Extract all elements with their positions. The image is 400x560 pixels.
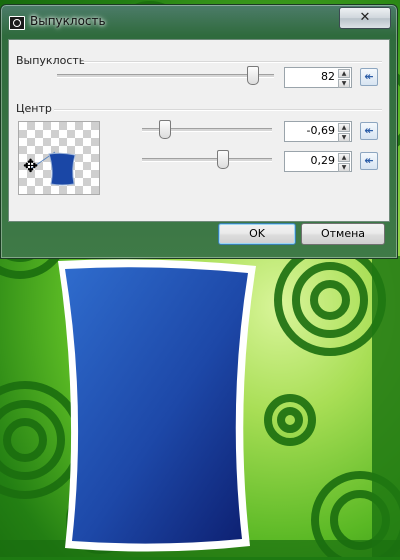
title-bar[interactable]: Выпуклость ✕ [1, 5, 397, 39]
center-y-slider-track[interactable] [142, 158, 272, 162]
center-separator [54, 109, 382, 111]
spin-up-icon[interactable]: ▲ [338, 123, 350, 132]
center-x-spinbox[interactable]: ▲ ▼ [284, 121, 352, 142]
center-preview[interactable]: ✥ [18, 121, 100, 195]
center-y-input[interactable] [287, 153, 335, 168]
dialog-content: Выпуклость ▲ ▼ ↞ Центр ✥ [8, 39, 390, 222]
center-x-reset-button[interactable]: ↞ [360, 122, 378, 140]
reset-arrow-icon: ↞ [364, 154, 374, 167]
center-y-slider-thumb[interactable] [217, 150, 229, 169]
move-icon: ✥ [23, 156, 39, 177]
convexity-reset-button[interactable]: ↞ [360, 68, 378, 86]
convexity-input[interactable] [287, 69, 335, 84]
center-y-reset-button[interactable]: ↞ [360, 152, 378, 170]
ok-button[interactable]: OK [218, 223, 296, 245]
convexity-dialog: Выпуклость ✕ Выпуклость ▲ ▼ ↞ Центр [0, 4, 398, 259]
convexity-separator [82, 61, 382, 63]
spin-up-icon[interactable]: ▲ [338, 69, 350, 78]
convexity-slider-track[interactable] [57, 74, 274, 78]
center-label: Центр [16, 102, 52, 115]
close-button[interactable]: ✕ [339, 7, 391, 29]
close-icon: ✕ [359, 10, 371, 25]
bulged-card-image [50, 256, 266, 557]
spin-down-icon[interactable]: ▼ [338, 163, 350, 172]
center-x-slider-thumb[interactable] [159, 120, 171, 139]
center-x-input[interactable] [287, 123, 335, 138]
reset-arrow-icon: ↞ [364, 70, 374, 83]
cancel-button[interactable]: Отмена [301, 223, 385, 245]
center-y-spinbox[interactable]: ▲ ▼ [284, 151, 352, 172]
convexity-spinbox[interactable]: ▲ ▼ [284, 67, 352, 88]
app-icon [9, 16, 25, 30]
spin-up-icon[interactable]: ▲ [338, 153, 350, 162]
spin-down-icon[interactable]: ▼ [338, 133, 350, 142]
reset-arrow-icon: ↞ [364, 124, 374, 137]
window-title: Выпуклость [30, 14, 106, 28]
spin-down-icon[interactable]: ▼ [338, 79, 350, 88]
convexity-label: Выпуклость [16, 54, 86, 67]
convexity-slider-thumb[interactable] [246, 66, 259, 85]
